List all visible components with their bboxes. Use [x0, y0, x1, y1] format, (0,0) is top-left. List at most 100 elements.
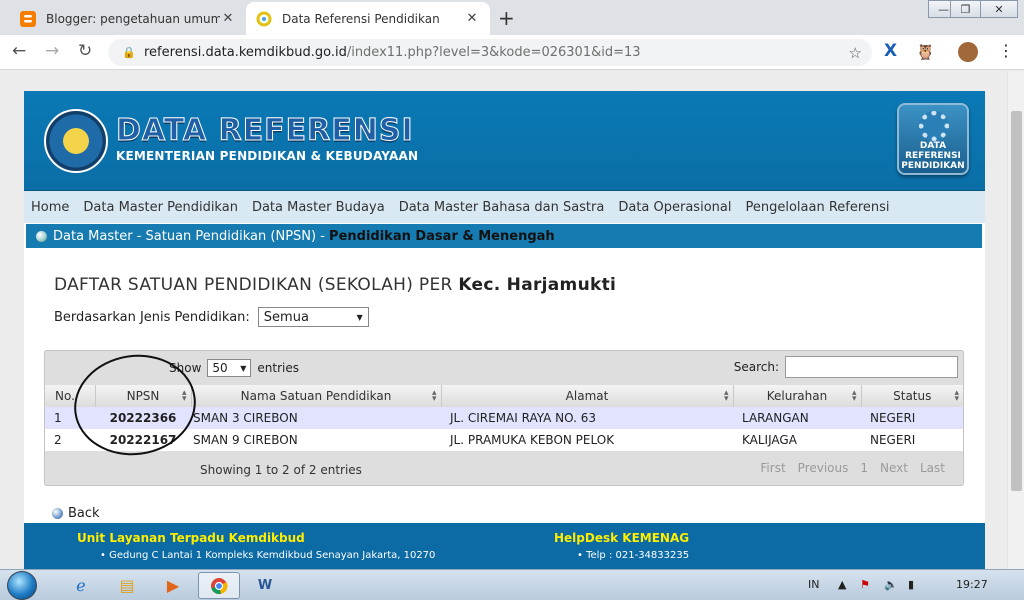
- page-next-button[interactable]: Next: [874, 461, 914, 475]
- back-icon: [52, 508, 63, 519]
- column-header-status[interactable]: Status ▴ ▾: [861, 385, 963, 407]
- cell-no: 2: [45, 429, 95, 451]
- column-header-no[interactable]: No.: [45, 385, 96, 407]
- extension-x-icon[interactable]: X: [884, 41, 897, 61]
- new-tab-button[interactable]: +: [498, 6, 515, 30]
- menu-item-data-master-pendidikan[interactable]: Data Master Pendidikan: [83, 200, 238, 215]
- media-player-icon[interactable]: ▶: [152, 572, 194, 599]
- column-label: Alamat: [565, 389, 609, 403]
- menu-item-data-operasional[interactable]: Data Operasional: [618, 200, 731, 215]
- sound-icon[interactable]: 🔈: [884, 578, 898, 591]
- restore-icon[interactable]: ❐: [950, 0, 981, 18]
- select-value: Semua: [263, 309, 309, 325]
- menu-item-data-master-bahasa[interactable]: Data Master Bahasa dan Sastra: [399, 200, 605, 215]
- menu-item-home[interactable]: Home: [31, 200, 69, 215]
- chrome-taskbar-icon[interactable]: [198, 572, 240, 599]
- badge-line3: PENDIDIKAN: [901, 161, 965, 171]
- show-label: Show: [169, 361, 202, 375]
- network-warning-icon[interactable]: ⚑: [860, 578, 870, 591]
- window-close-icon[interactable]: ✕: [980, 0, 1018, 18]
- page-first-button[interactable]: First: [754, 461, 791, 475]
- column-header-nama[interactable]: Nama Satuan Pendidikan ▴ ▾: [191, 385, 442, 407]
- cell-no: 1: [45, 407, 95, 429]
- dropdown-arrow-icon: ▼: [356, 312, 363, 322]
- url-host: referensi.data.kemdikbud.go.id: [144, 45, 347, 60]
- sort-icon: ▴ ▾: [181, 388, 187, 404]
- address-bar[interactable]: 🔒 referensi.data.kemdikbud.go.id/index11…: [108, 39, 872, 66]
- brand-subtitle: KEMENTERIAN PENDIDIKAN & KEBUDAYAAN: [116, 149, 419, 163]
- column-label: Kelurahan: [766, 389, 828, 403]
- extension-owl-icon[interactable]: 🦉: [916, 43, 935, 61]
- page-previous-button[interactable]: Previous: [792, 461, 855, 475]
- footer-right-phone: • Telp : 021-34833235: [577, 550, 690, 561]
- word-icon[interactable]: W: [244, 572, 286, 599]
- jenis-pendidikan-select[interactable]: Semua ▼: [257, 307, 369, 327]
- file-explorer-icon[interactable]: ▤: [106, 572, 148, 599]
- tut-wuri-handayani-logo[interactable]: [44, 109, 108, 173]
- cell-status: NEGERI: [861, 407, 963, 429]
- browser-tab-strip: Blogger: pengetahuan umum - E ✕ Data Ref…: [0, 0, 1024, 35]
- page-title: DAFTAR SATUAN PENDIDIKAN (SEKOLAH) PER K…: [54, 275, 616, 295]
- schools-table: No. NPSN ▴ ▾ Nama Satuan Pendidikan ▴ ▾ Alam…: [45, 385, 963, 451]
- back-arrow-icon[interactable]: ←: [12, 41, 26, 61]
- page-number-button[interactable]: 1: [854, 461, 874, 475]
- column-header-npsn[interactable]: NPSN ▴ ▾: [95, 385, 192, 407]
- start-button[interactable]: [7, 571, 37, 600]
- search-label: Search:: [733, 360, 779, 374]
- search-input[interactable]: [785, 356, 958, 378]
- forward-arrow-icon[interactable]: →: [45, 41, 59, 61]
- menu-item-data-master-budaya[interactable]: Data Master Budaya: [252, 200, 385, 215]
- reload-icon[interactable]: ↻: [78, 41, 92, 61]
- tab-data-referensi[interactable]: Data Referensi Pendidikan ✕: [246, 2, 490, 35]
- scrollbar-thumb[interactable]: [1011, 111, 1022, 491]
- entries-label: entries: [257, 361, 299, 375]
- show-hidden-icons-icon[interactable]: ▲: [838, 578, 846, 591]
- menu-kebab-icon[interactable]: ⋮: [998, 41, 1014, 60]
- menu-item-pengelolaan-referensi[interactable]: Pengelolaan Referensi: [745, 200, 889, 215]
- page-length-select[interactable]: 50 ▼: [207, 359, 252, 377]
- table-header-row: No. NPSN ▴ ▾ Nama Satuan Pendidikan ▴ ▾ Alam…: [45, 385, 963, 407]
- sort-icon: ▴ ▾: [851, 388, 857, 404]
- site-footer: Unit Layanan Terpadu Kemdikbud • Gedung …: [24, 523, 985, 569]
- page-viewport: DATA REFERENSI KEMENTERIAN PENDIDIKAN & …: [0, 71, 1024, 569]
- footer-left-sub: Gedung C Lantai 1 Kompleks Kemdikbud Sen…: [109, 550, 436, 561]
- brand-title: DATA REFERENSI: [116, 113, 414, 149]
- sort-icon: ▴ ▾: [431, 388, 437, 404]
- cell-npsn: 20222167: [95, 429, 191, 451]
- site-favicon-icon: [256, 11, 272, 26]
- tab-blogger[interactable]: Blogger: pengetahuan umum - E ✕: [10, 2, 246, 35]
- language-indicator[interactable]: IN: [808, 578, 819, 591]
- footer-right-title: HelpDesk KEMENAG: [554, 531, 690, 545]
- bookmark-star-icon[interactable]: ☆: [849, 44, 862, 62]
- cell-kelurahan: LARANGAN: [733, 407, 861, 429]
- footer-left-title: Unit Layanan Terpadu Kemdikbud: [77, 531, 305, 545]
- clock[interactable]: 19:27: [956, 578, 988, 591]
- back-link[interactable]: Back: [52, 506, 100, 521]
- sort-icon: ▴ ▾: [723, 388, 729, 404]
- footer-right-sub: Telp : 021-34833235: [586, 550, 690, 561]
- profile-avatar[interactable]: [958, 42, 978, 62]
- page-length-value: 50: [212, 361, 228, 375]
- column-header-alamat[interactable]: Alamat ▴ ▾: [441, 385, 734, 407]
- table-row[interactable]: 1 20222366 SMAN 3 CIREBON JL. CIREMAI RA…: [45, 407, 963, 429]
- column-label: Status: [893, 389, 932, 403]
- back-label: Back: [68, 506, 100, 521]
- blogger-icon: [20, 10, 36, 27]
- page-scrollbar[interactable]: [1007, 71, 1024, 569]
- close-tab-icon[interactable]: ✕: [220, 11, 236, 26]
- page-last-button[interactable]: Last: [914, 461, 951, 475]
- breadcrumb-current: Pendidikan Dasar & Menengah: [329, 228, 555, 244]
- column-header-kelurahan[interactable]: Kelurahan ▴ ▾: [733, 385, 862, 407]
- heading-prefix: DAFTAR SATUAN PENDIDIKAN (SEKOLAH) PER: [54, 275, 459, 295]
- data-referensi-badge[interactable]: DATA REFERENSI PENDIDIKAN: [897, 103, 969, 175]
- table-row[interactable]: 2 20222167 SMAN 9 CIREBON JL. PRAMUKA KE…: [45, 429, 963, 451]
- cell-npsn: 20222366: [95, 407, 191, 429]
- page-length-control: Show 50 ▼ entries: [169, 359, 299, 377]
- internet-explorer-icon[interactable]: ℯ: [60, 572, 102, 599]
- table-info: Showing 1 to 2 of 2 entries: [200, 463, 362, 477]
- close-tab-icon[interactable]: ✕: [464, 11, 480, 26]
- main-menu: Home Data Master Pendidikan Data Master …: [24, 191, 985, 223]
- power-icon[interactable]: ▮: [908, 578, 914, 591]
- lock-icon: 🔒: [122, 46, 136, 59]
- breadcrumb-prefix[interactable]: Data Master - Satuan Pendidikan (NPSN) -: [53, 229, 329, 244]
